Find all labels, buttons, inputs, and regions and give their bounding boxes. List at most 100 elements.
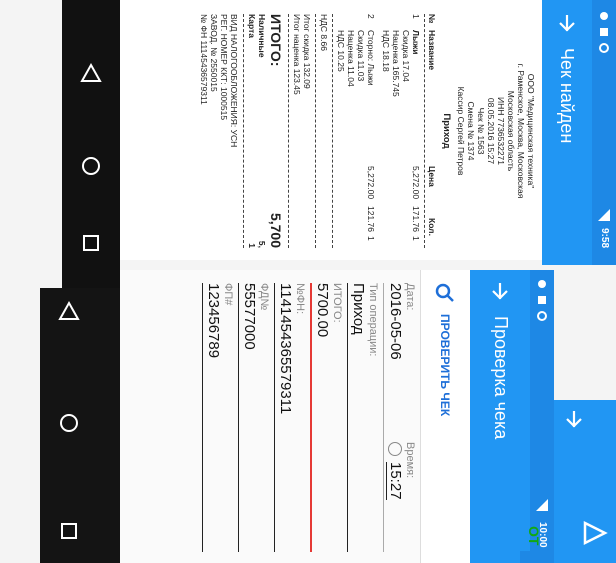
payment-value: 5,: [257, 240, 267, 248]
time-field[interactable]: Время: 15:27: [386, 442, 416, 552]
date-time-row: Дата: 2016-05-06 Время: 15:27: [386, 283, 416, 552]
item-name: Лыжи: [411, 30, 421, 55]
receipt-operation: Приход: [441, 113, 452, 149]
receipt-columns: № Название Цена Кол.: [424, 14, 437, 248]
receipt-header-line: Чек № 1563: [476, 107, 486, 155]
phone1-status-time-wrap: 9:58: [596, 228, 612, 262]
receipt-header-line: ИНН 7736532271: [496, 96, 506, 166]
receipt-total-row: ИТОГО: 5,700: [267, 14, 284, 248]
date-field[interactable]: Дата: 2016-05-06: [386, 283, 416, 423]
item-sum: 121.76: [366, 206, 376, 232]
receipt-footer: ВИД НАЛОГООБЛОЖЕНИЯ: УСН РЕГ. НОМЕР ККТ:…: [199, 14, 239, 248]
total-field[interactable]: ИТОГО: 5700.00: [314, 283, 343, 552]
receipt-discount-total: Итог скидка 132.09: [302, 14, 312, 89]
total-value: 5700.00: [314, 283, 331, 338]
phone1-back-icon[interactable]: [556, 12, 578, 34]
phone2-recents-nav-icon[interactable]: [58, 520, 80, 542]
clock-icon: [388, 442, 402, 456]
receipt-header-line: Смена № 1374: [466, 101, 476, 161]
col-name: Название: [427, 30, 437, 71]
payment-value: 1: [247, 243, 257, 248]
col-num: №: [427, 14, 437, 24]
payment-label: Наличные: [257, 14, 267, 58]
footer-line: ВИД НАЛОГООБЛОЖЕНИЯ: УСН: [229, 14, 239, 148]
fp-value: 123456789: [205, 283, 222, 359]
item-num: 1: [411, 14, 421, 19]
phone1-notification-icons: [598, 10, 610, 60]
receipt-item: 1 Лыжи 5,272.00 171.76 1: [411, 14, 421, 248]
receipt-header: ООО "Медицинская техника" г. Раменское, …: [441, 14, 536, 248]
phone2-back-icon[interactable]: [489, 280, 511, 302]
fd-label: ФД№: [258, 283, 270, 311]
payment-row: Карта 1: [243, 14, 257, 248]
receipt-header-line: Московская область: [506, 90, 516, 172]
fn-value: 1141454365579311: [277, 283, 294, 415]
phone2-home-nav-icon[interactable]: [58, 412, 80, 434]
date-value: 2016-05-06: [387, 283, 404, 360]
phone1-title: Чек найден: [557, 48, 577, 144]
receipt-header-line: 08.05.2016 15:27: [486, 97, 496, 165]
col-price: Цена: [427, 166, 437, 187]
item-detail: НДС 10.25: [336, 30, 346, 72]
phone2-signal-icon: [536, 498, 548, 511]
phone3-blue-button[interactable]: [520, 551, 530, 563]
phone2-form: Дата: 2016-05-06 Время: 15:27 Тип операц…: [118, 275, 418, 560]
item-price: 5,272.00: [366, 166, 376, 200]
col-qty: Кол.: [427, 218, 437, 236]
receipt-header-line: ООО "Медицинская техника": [526, 73, 536, 189]
check-receipt-button[interactable]: ПРОВЕРИТЬ ЧЕК: [432, 314, 458, 444]
fp-label: ФП#: [222, 283, 234, 306]
check-receipt-label: ПРОВЕРИТЬ ЧЕК: [438, 314, 452, 417]
operation-type-label: Тип операции:: [367, 283, 379, 357]
phone2-notification-icons: [536, 278, 548, 328]
phone1-back-nav-icon[interactable]: [80, 62, 102, 84]
total-label: ИТОГО:: [331, 283, 343, 323]
fp-field[interactable]: ФП# 123456789: [205, 283, 234, 552]
item-sum: 171.76: [411, 206, 421, 232]
search-icon[interactable]: [434, 282, 456, 304]
phone1-signal-icon: [598, 208, 610, 221]
phone2-title-wrap: Проверка чека: [486, 316, 516, 506]
item-detail: Скидка 11.03: [356, 30, 366, 82]
phone1-home-nav-icon[interactable]: [80, 155, 102, 177]
item-detail: Скидка 17.04: [401, 30, 411, 82]
operation-type-field[interactable]: Тип операции: Приход: [350, 283, 379, 552]
item-name: Сторно: Лыжи: [366, 30, 376, 86]
phone2-navbar: [40, 288, 120, 563]
phone1-recents-nav-icon[interactable]: [80, 232, 102, 254]
footer-line: № ФН 11145436579311: [199, 14, 209, 105]
fd-field[interactable]: ФД№ 55577000: [241, 283, 270, 552]
phone1-title-wrap: Чек найден: [552, 48, 582, 218]
receipt-vat: НДС 8.66: [315, 14, 329, 248]
date-label: Дата:: [404, 283, 416, 311]
total-field-underline: [310, 283, 312, 552]
item-qty: 1: [411, 236, 421, 241]
item-qty: 1: [366, 236, 376, 241]
receipt-total-value: 5,700: [268, 212, 284, 248]
footer-line: ЗАВОД. № 2550015: [209, 14, 219, 92]
operation-type-value: Приход: [350, 283, 367, 335]
item-detail: Наценка 11.04: [346, 30, 356, 87]
receipt-header-line: Кассир Сергей Петров: [456, 86, 466, 176]
time-value: 15:27: [386, 462, 404, 500]
phone3-back-icon[interactable]: [563, 408, 585, 430]
receipt-total-label: ИТОГО:: [268, 14, 284, 67]
payment-label: Карта: [247, 14, 257, 38]
item-detail: Наценка 165.745: [391, 30, 401, 97]
item-price: 5,272.00: [411, 166, 421, 200]
receipt-content: ООО "Медицинская техника" г. Раменское, …: [122, 0, 540, 262]
phone1-status-time: 9:58: [599, 228, 610, 249]
fn-field[interactable]: №ФН: 1141454365579311: [277, 283, 306, 552]
phone2-title: Проверка чека: [491, 316, 511, 440]
receipt-item: 2 Сторно: Лыжи 5,272.00 121.76 1: [366, 14, 376, 248]
item-detail: НДС 18.18: [381, 30, 391, 72]
receipt-markup-total: Итог наценка 123.45: [288, 14, 302, 248]
phone2-back-nav-icon[interactable]: [58, 300, 80, 322]
fn-label: №ФН:: [294, 283, 306, 315]
item-num: 2: [366, 14, 376, 19]
footer-line: РЕГ. НОМЕР ККТ: 1000515: [219, 14, 229, 121]
receipt-header-line: г. Раменское, Москва, Московская: [516, 63, 526, 199]
payment-row: Наличные 5,: [257, 14, 267, 248]
phone3-nav-arrow-icon[interactable]: [582, 518, 608, 548]
time-label: Время:: [404, 442, 416, 479]
